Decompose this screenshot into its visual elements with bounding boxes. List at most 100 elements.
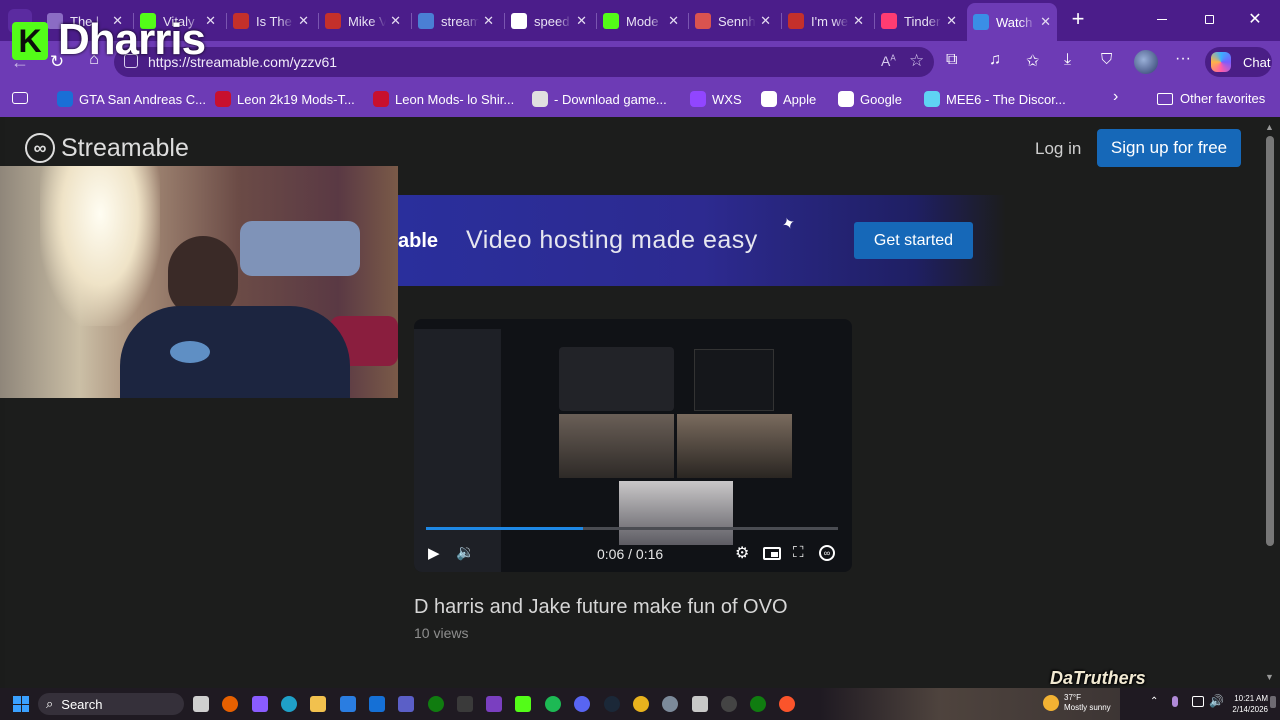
copilot-chat-button[interactable]: Chat xyxy=(1205,47,1272,77)
firefox-icon[interactable] xyxy=(222,696,238,712)
tab-actions-icon[interactable] xyxy=(12,92,28,104)
tab-6[interactable]: Mode ✕ xyxy=(597,5,685,37)
bookmark-item[interactable]: MEE6 - The Discor... xyxy=(924,91,1066,107)
network-icon[interactable] xyxy=(1192,696,1204,707)
clock[interactable]: 10:21 AM 2/14/2026 xyxy=(1228,693,1268,715)
copilot-icon[interactable] xyxy=(252,696,268,712)
brave-icon[interactable] xyxy=(779,696,795,712)
read-aloud-icon[interactable]: AA xyxy=(881,53,896,69)
tab-2[interactable]: Is The ✕ xyxy=(227,5,315,37)
extensions-icon[interactable]: ⧉ xyxy=(946,51,957,69)
streamable-player-logo[interactable]: ∞ xyxy=(819,545,835,561)
bookmarks-overflow-button[interactable]: › xyxy=(1113,88,1118,106)
close-tab-icon[interactable]: ✕ xyxy=(946,13,957,29)
youtube-icon xyxy=(233,13,249,29)
login-link[interactable]: Log in xyxy=(1035,139,1081,159)
streamable-logo[interactable]: ∞ Streamable xyxy=(25,133,189,163)
close-tab-icon[interactable]: ✕ xyxy=(576,13,587,29)
bookmark-item[interactable]: Google xyxy=(838,91,902,107)
more-menu-icon[interactable]: ··· xyxy=(1175,50,1191,68)
scroll-up-arrow[interactable]: ▲ xyxy=(1265,122,1274,132)
minimize-button[interactable] xyxy=(1152,9,1172,29)
tab-5[interactable]: speed ✕ xyxy=(505,5,593,37)
volume-tray-icon[interactable]: 🔊 xyxy=(1209,694,1224,708)
video-frame-top-left xyxy=(559,347,674,411)
chrome-icon[interactable] xyxy=(633,696,649,712)
tab-7[interactable]: Sennh ✕ xyxy=(689,5,777,37)
video-frame-bottom xyxy=(619,481,733,545)
close-tab-icon[interactable]: ✕ xyxy=(390,13,401,29)
start-button[interactable] xyxy=(13,696,29,712)
close-tab-icon[interactable]: ✕ xyxy=(1040,14,1051,30)
settings-icon[interactable] xyxy=(662,696,678,712)
favorites-icon[interactable]: ✩ xyxy=(1026,51,1039,71)
bookmark-item[interactable]: WXS xyxy=(690,91,742,107)
taskbar-search[interactable]: ⌕ Search xyxy=(38,693,184,715)
video-duration: 0:16 xyxy=(635,546,664,562)
discord-icon[interactable] xyxy=(574,696,590,712)
kick-taskbar-icon[interactable] xyxy=(515,696,531,712)
windows-logo-icon xyxy=(13,696,21,704)
mic-icon[interactable] xyxy=(1172,696,1178,707)
close-tab-icon[interactable]: ✕ xyxy=(668,13,679,29)
favorite-star-icon[interactable]: ☆ xyxy=(909,51,924,71)
close-window-button[interactable]: ✕ xyxy=(1245,9,1265,29)
task-view-icon[interactable] xyxy=(193,696,209,712)
tab-9[interactable]: Tinder ✕ xyxy=(875,5,963,37)
bookmark-item[interactable]: Leon 2k19 Mods-T... xyxy=(215,91,355,107)
minimize-icon xyxy=(1157,18,1167,20)
obs-icon[interactable] xyxy=(721,696,737,712)
weather-temp: 37°F xyxy=(1064,693,1081,702)
tab-3[interactable]: Mike V ✕ xyxy=(319,5,407,37)
xbox-icon[interactable] xyxy=(750,696,766,712)
teams-icon[interactable] xyxy=(398,696,414,712)
profile-avatar[interactable] xyxy=(1134,50,1158,74)
other-favorites[interactable]: Other favorites xyxy=(1157,91,1265,106)
get-started-button[interactable]: Get started xyxy=(854,222,973,259)
media-control-icon[interactable]: ♫ xyxy=(989,51,1001,69)
edge-icon[interactable] xyxy=(281,696,297,712)
terminal-icon[interactable] xyxy=(457,696,473,712)
person-head xyxy=(168,236,238,316)
vs-icon[interactable] xyxy=(486,696,502,712)
new-tab-button[interactable]: + xyxy=(1066,8,1090,32)
video-player[interactable]: ▶ 🔉 0:06 / 0:16 ⚙ ⛶ ∞ xyxy=(414,319,852,572)
xbox-app-icon[interactable] xyxy=(428,696,444,712)
notification-icon[interactable] xyxy=(1270,696,1276,708)
scroll-down-arrow[interactable]: ▼ xyxy=(1265,672,1274,682)
picture-in-picture-button[interactable] xyxy=(763,547,781,560)
browser-essentials-icon[interactable]: ⛉ xyxy=(1101,51,1112,68)
close-tab-icon[interactable]: ✕ xyxy=(853,13,864,29)
scroll-thumb[interactable] xyxy=(1266,136,1274,546)
outlook-icon[interactable] xyxy=(369,696,385,712)
downloads-icon[interactable]: ⤓ xyxy=(1064,51,1071,69)
search-icon: ⌕ xyxy=(46,696,54,711)
bookmark-label: WXS xyxy=(712,91,742,107)
spotify-icon[interactable] xyxy=(545,696,561,712)
steam-icon[interactable] xyxy=(604,696,620,712)
bookmark-item[interactable]: GTA San Andreas C... xyxy=(57,91,206,107)
signup-button[interactable]: Sign up for free xyxy=(1097,129,1241,167)
close-tab-icon[interactable]: ✕ xyxy=(205,13,216,29)
maximize-button[interactable] xyxy=(1199,9,1219,29)
tab-4[interactable]: stream ✕ xyxy=(412,5,500,37)
close-tab-icon[interactable]: ✕ xyxy=(483,13,494,29)
gear-icon: ⚙ xyxy=(735,545,750,562)
roblox-icon[interactable] xyxy=(692,696,708,712)
tab-10[interactable]: Watch ✕ xyxy=(967,3,1057,41)
weather-desc: Mostly sunny xyxy=(1064,703,1111,712)
volume-button[interactable]: 🔉 xyxy=(456,543,475,561)
bookmark-item[interactable]: - Download game... xyxy=(532,91,667,107)
close-tab-icon[interactable]: ✕ xyxy=(298,13,309,29)
bookmark-item[interactable]: Apple xyxy=(761,91,816,107)
fullscreen-button[interactable]: ⛶ xyxy=(793,544,804,561)
play-button[interactable]: ▶ xyxy=(428,544,440,562)
weather-widget[interactable]: 37°F Mostly sunny xyxy=(1043,693,1111,713)
settings-button[interactable]: ⚙ xyxy=(735,543,749,563)
bookmark-item[interactable]: Leon Mods- lo Shir... xyxy=(373,91,514,107)
tab-8[interactable]: I'm we ✕ xyxy=(782,5,870,37)
close-tab-icon[interactable]: ✕ xyxy=(760,13,771,29)
file-explorer-icon[interactable] xyxy=(310,696,326,712)
tray-overflow-icon[interactable]: ⌃ xyxy=(1150,696,1158,707)
store-icon[interactable] xyxy=(340,696,356,712)
